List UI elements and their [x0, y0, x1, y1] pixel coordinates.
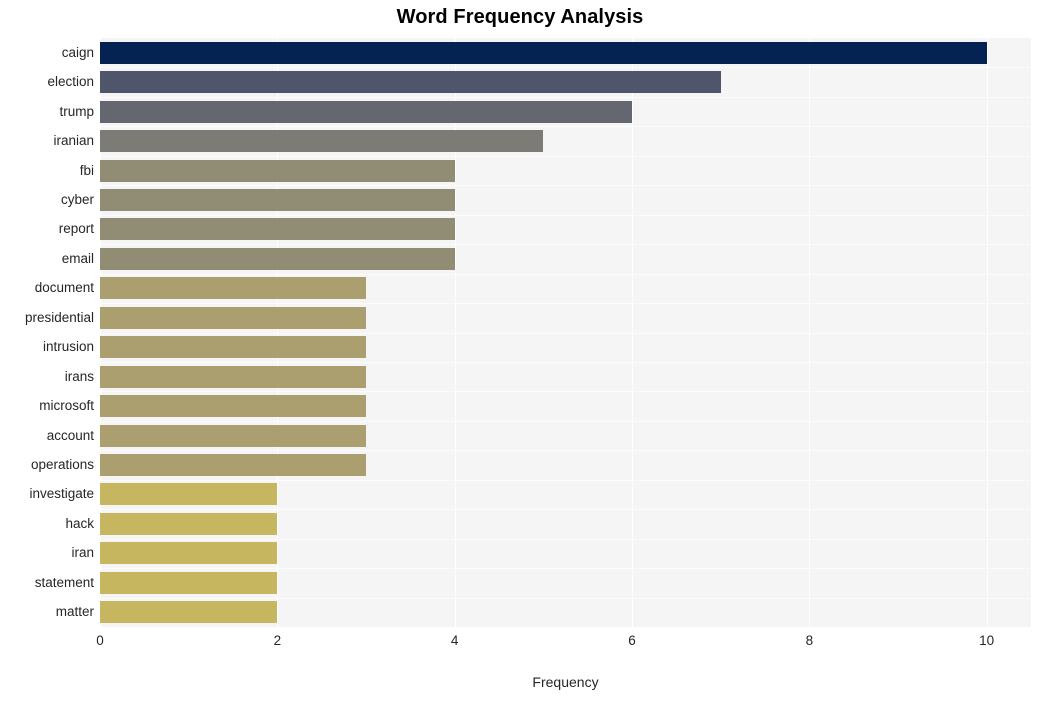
y-tick-label: document [34, 280, 94, 296]
bar [100, 336, 366, 359]
y-tick-label: account [46, 427, 94, 443]
x-tick-label: 2 [273, 633, 282, 648]
y-tick-label: intrusion [42, 339, 94, 355]
bar [100, 218, 455, 241]
y-tick-label: hack [65, 515, 94, 531]
bar [100, 306, 366, 329]
gridline-y [100, 450, 1031, 452]
bar [100, 454, 366, 477]
x-tick-label: 8 [805, 633, 814, 648]
gridline-y [100, 67, 1031, 69]
bar [100, 188, 455, 211]
gridline-y [100, 273, 1031, 275]
bar [100, 247, 455, 270]
y-tick-label: irans [64, 368, 94, 384]
y-tick-label: trump [59, 103, 94, 119]
bar [100, 277, 366, 300]
y-tick-label: microsoft [39, 398, 94, 414]
gridline-y [100, 126, 1031, 128]
x-tick-label: 10 [979, 633, 995, 648]
gridline-y [100, 96, 1031, 98]
gridline-y [100, 361, 1031, 363]
bar [100, 542, 278, 565]
plot-area [100, 38, 1031, 627]
bar [100, 71, 721, 94]
y-tick-label: iranian [53, 133, 94, 149]
gridline-y [100, 538, 1031, 540]
gridline-y [100, 597, 1031, 599]
gridline-y [100, 332, 1031, 334]
gridline-y [100, 244, 1031, 246]
y-tick-label: matter [55, 604, 94, 620]
gridline-y [100, 391, 1031, 393]
bar [100, 41, 987, 64]
y-tick-label: email [61, 250, 94, 266]
gridline-y [100, 185, 1031, 187]
gridline-y [100, 303, 1031, 305]
bar [100, 159, 455, 182]
y-tick-label: operations [30, 457, 94, 473]
x-axis-label: Frequency [532, 674, 599, 690]
x-tick-label: 6 [628, 633, 636, 648]
gridline-y [100, 155, 1031, 157]
bar [100, 512, 278, 535]
bar [100, 571, 278, 594]
gridline-y [100, 568, 1031, 570]
word-frequency-chart: Word Frequency Analysis caign election tru… [0, 0, 1040, 701]
y-tick-label: statement [34, 574, 94, 590]
y-tick-label: caign [61, 44, 94, 60]
y-axis-tick-labels: caign election trump iranian fbi cyber report e… [0, 38, 94, 627]
y-tick-label: fbi [79, 162, 94, 178]
y-tick-label: investigate [29, 486, 94, 502]
bar [100, 395, 366, 418]
gridline-y [100, 214, 1031, 216]
x-tick-label: 0 [96, 633, 104, 648]
bar [100, 365, 366, 388]
y-tick-label: iran [71, 545, 94, 561]
gridline-y [100, 509, 1031, 511]
bar [100, 130, 544, 153]
x-tick-label: 4 [450, 633, 459, 648]
y-tick-label: report [58, 221, 94, 237]
y-tick-label: election [47, 74, 94, 90]
chart-title: Word Frequency Analysis [396, 6, 644, 28]
y-tick-label: cyber [60, 191, 94, 207]
bar [100, 601, 278, 624]
gridline-y [100, 420, 1031, 422]
y-tick-label: presidential [24, 309, 94, 325]
bar [100, 483, 278, 506]
bar [100, 100, 632, 123]
x-axis-tick-labels: 0 2 4 6 8 10 [96, 627, 1031, 653]
gridline-y [100, 479, 1031, 481]
bar [100, 424, 366, 447]
